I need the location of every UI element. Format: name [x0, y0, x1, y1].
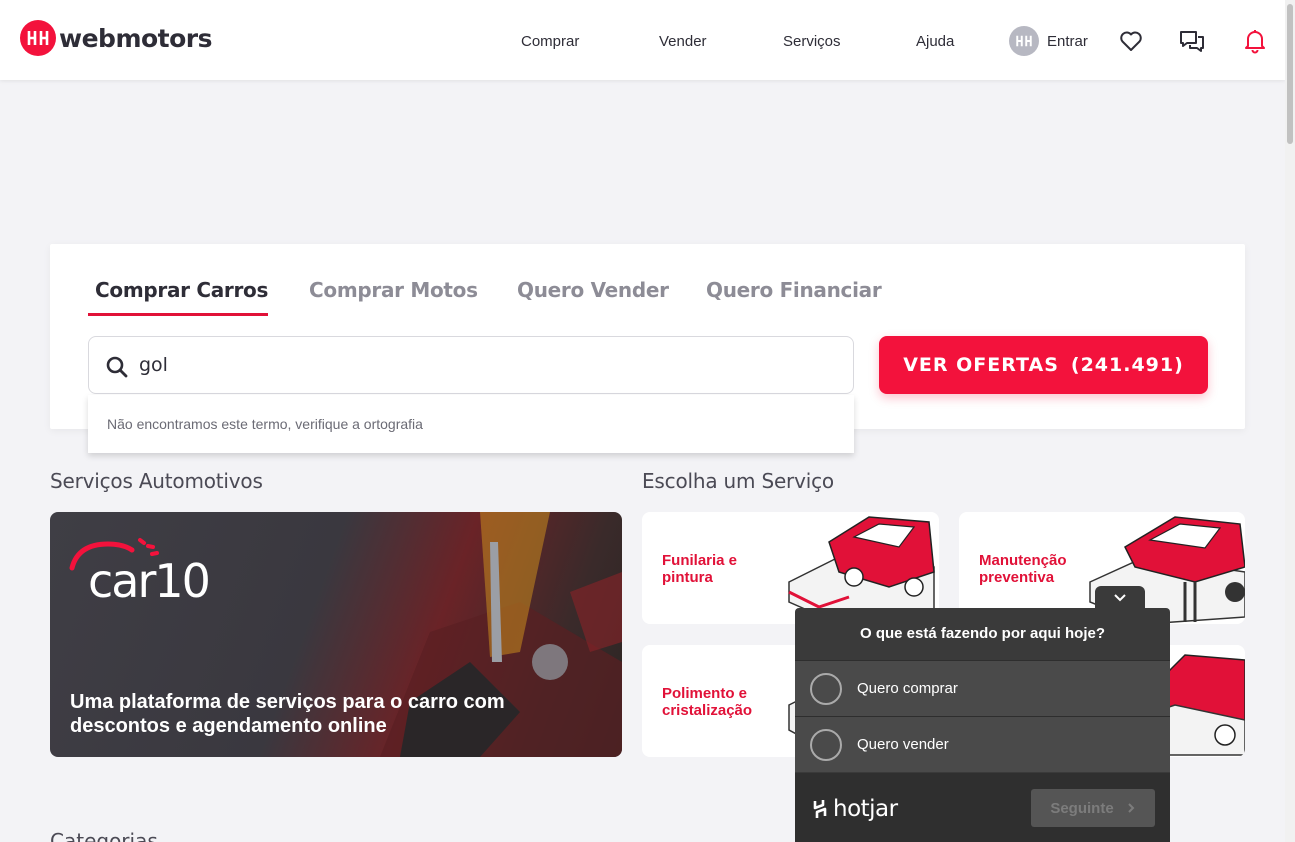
search-icon [105, 355, 129, 384]
tab-comprar-carros[interactable]: Comprar Carros [95, 278, 268, 302]
tab-quero-financiar[interactable]: Quero Financiar [706, 278, 882, 302]
hotjar-collapse-button[interactable] [1095, 586, 1145, 610]
offers-count: (241.491) [1070, 354, 1184, 376]
chat-icon[interactable] [1179, 28, 1205, 54]
webmotors-logo[interactable]: webmotors [20, 20, 213, 56]
search-box[interactable] [88, 336, 854, 394]
bell-icon[interactable] [1242, 28, 1268, 54]
car10-description: Uma plataforma de serviços para o carro … [70, 691, 505, 737]
hotjar-survey: O que está fazendo por aqui hoje? Quero … [795, 608, 1170, 842]
service-label: Polimento e cristalização [662, 685, 753, 719]
survey-option-vender[interactable]: Quero vender [795, 716, 1170, 772]
avatar-icon [1009, 26, 1039, 56]
categories-title: Categorias [50, 829, 158, 842]
car10-banner[interactable]: car10 Uma plataforma de serviços para o … [50, 512, 622, 757]
login-button[interactable]: Entrar [1009, 26, 1088, 56]
next-label: Seguinte [1050, 799, 1114, 817]
ver-ofertas-label: VER OFERTAS [903, 354, 1059, 376]
nav-ajuda[interactable]: Ajuda [916, 33, 954, 50]
car10-logo-text: car10 [88, 554, 211, 608]
survey-next-button[interactable]: Seguinte [1031, 789, 1155, 827]
tab-quero-vender[interactable]: Quero Vender [517, 278, 669, 302]
login-label: Entrar [1047, 32, 1088, 50]
survey-question: O que está fazendo por aqui hoje? [859, 625, 1106, 642]
radio-button[interactable] [810, 729, 842, 761]
survey-option-label: Quero comprar [857, 680, 958, 697]
tab-comprar-motos[interactable]: Comprar Motos [309, 278, 478, 302]
hotjar-logo[interactable]: hotjar [811, 796, 898, 822]
hotjar-brand-text: hotjar [833, 796, 898, 822]
choose-service-title: Escolha um Serviço [642, 469, 834, 493]
ver-ofertas-button[interactable]: VER OFERTAS (241.491) [879, 336, 1208, 394]
heart-icon[interactable] [1118, 28, 1144, 54]
nav-servicos[interactable]: Serviços [783, 33, 841, 50]
nav-vender[interactable]: Vender [659, 33, 707, 50]
page-scrollbar[interactable] [1285, 0, 1295, 842]
survey-option-label: Quero vender [857, 736, 949, 753]
chevron-down-icon [1114, 594, 1126, 602]
survey-option-comprar[interactable]: Quero comprar [795, 660, 1170, 716]
nav-comprar[interactable]: Comprar [521, 33, 579, 50]
search-suggestions-dropdown: Não encontramos este termo, verifique a … [88, 395, 854, 453]
site-header: webmotors Comprar Vender Serviços Ajuda … [0, 0, 1285, 80]
no-results-message: Não encontramos este termo, verifique a … [107, 416, 423, 432]
webmotors-logo-icon [20, 20, 56, 56]
service-label: Funilaria e pintura [662, 552, 738, 586]
scrollbar-thumb[interactable] [1287, 4, 1293, 144]
search-input[interactable] [139, 354, 819, 376]
service-label: Manutenção preventiva [979, 552, 1067, 586]
logo-text: webmotors [59, 23, 213, 53]
radio-button[interactable] [810, 673, 842, 705]
hotjar-footer: hotjar Seguinte [795, 773, 1170, 842]
hotjar-logo-icon [813, 800, 827, 818]
active-tab-indicator [88, 313, 268, 316]
services-section-title: Serviços Automotivos [50, 469, 263, 493]
chevron-right-icon [1127, 803, 1135, 813]
